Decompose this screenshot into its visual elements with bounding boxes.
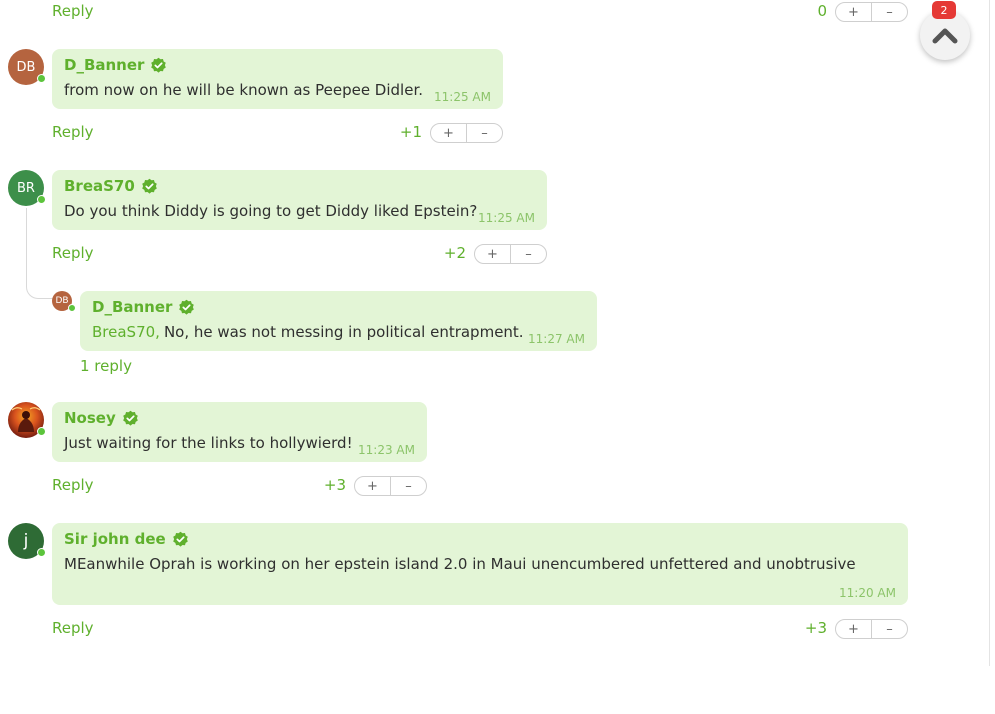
avatar[interactable]: BR [8, 170, 46, 206]
upvote-button[interactable]: + [475, 245, 510, 263]
reply-button[interactable]: Reply [52, 244, 94, 262]
downvote-button[interactable]: – [871, 3, 907, 21]
online-indicator [37, 427, 46, 436]
avatar[interactable]: j [8, 523, 46, 559]
comment-text: Do you think Diddy is going to get Diddy… [64, 202, 478, 220]
comment-text: Just waiting for the links to hollywierd… [64, 434, 353, 452]
avatar-initials: BR [17, 180, 35, 196]
notification-badge: 2 [932, 1, 956, 19]
comment-author[interactable]: D_Banner [64, 56, 167, 74]
avatar[interactable]: DB [52, 291, 76, 312]
reply-button[interactable]: Reply [52, 123, 94, 141]
author-name: BreaS70 [64, 177, 135, 195]
upvote-button[interactable]: + [355, 477, 390, 495]
comment-author[interactable]: Sir john dee [64, 530, 189, 548]
comment-bubble: D_Banner BreaS70, No, he was not messing … [80, 291, 597, 351]
author-name: D_Banner [64, 56, 145, 74]
vote-score: +1 [399, 123, 422, 141]
online-indicator [68, 304, 76, 312]
vote-score: +3 [323, 476, 346, 494]
vote-control: + – [835, 2, 908, 22]
vote-score: +3 [804, 619, 827, 637]
author-name: Sir john dee [64, 530, 166, 548]
reply-button[interactable]: Reply [52, 2, 94, 20]
vote-control: + – [474, 244, 547, 264]
avatar[interactable]: DB [8, 49, 46, 85]
upvote-button[interactable]: + [836, 3, 871, 21]
comment-bubble: BreaS70 Do you think Diddy is going to g… [52, 170, 547, 230]
comment-bubble: D_Banner from now on he will be known as… [52, 49, 503, 109]
avatar-initials: DB [16, 59, 36, 75]
verified-badge-icon [142, 178, 157, 194]
vote-control: + – [354, 476, 427, 496]
page-right-border [989, 0, 990, 666]
avatar-initials: j [23, 531, 29, 551]
comment-time: 11:27 AM [528, 332, 585, 346]
verified-badge-icon [179, 299, 195, 315]
author-name: Nosey [64, 409, 116, 427]
downvote-button[interactable]: – [466, 124, 502, 142]
comment-author[interactable]: Nosey [64, 409, 139, 427]
online-indicator [37, 74, 46, 83]
vote-control: + – [835, 619, 908, 639]
comment-time: 11:25 AM [434, 90, 491, 104]
vote-control: + – [430, 123, 503, 143]
reply-button[interactable]: Reply [52, 476, 94, 494]
downvote-button[interactable]: – [510, 245, 546, 263]
downvote-button[interactable]: – [871, 620, 907, 638]
online-indicator [37, 548, 46, 557]
verified-badge-icon [151, 57, 167, 73]
avatar[interactable] [8, 402, 46, 438]
comment-author[interactable]: BreaS70 [64, 177, 158, 195]
author-name: D_Banner [92, 298, 173, 316]
comment-time: 11:25 AM [478, 211, 535, 225]
vote-score: 0 [817, 2, 827, 20]
comment-text: from now on he will be known as Peepee D… [64, 81, 424, 99]
comment-text-body: No, he was not messing in political entr… [163, 323, 524, 341]
comment-author[interactable]: D_Banner [92, 298, 195, 316]
comment-bubble: Sir john dee MEanwhile Oprah is working … [52, 523, 908, 605]
view-replies-link[interactable]: 1 reply [80, 357, 132, 375]
online-indicator [37, 195, 46, 204]
comment-time: 11:20 AM [839, 586, 896, 600]
chevron-up-icon [932, 28, 958, 44]
comment-text: MEanwhile Oprah is working on her epstei… [64, 555, 856, 573]
mention-link[interactable]: BreaS70, [92, 323, 160, 341]
comment-bubble: Nosey Just waiting for the links to holl… [52, 402, 427, 462]
verified-badge-icon [172, 531, 188, 547]
upvote-button[interactable]: + [431, 124, 466, 142]
vote-score: +2 [443, 244, 466, 262]
avatar-initials: DB [55, 296, 69, 306]
downvote-button[interactable]: – [390, 477, 426, 495]
verified-badge-icon [122, 410, 138, 426]
reply-button[interactable]: Reply [52, 619, 94, 637]
upvote-button[interactable]: + [836, 620, 871, 638]
comment-text: BreaS70, No, he was not messing in politi… [92, 323, 524, 341]
comment-time: 11:23 AM [358, 443, 415, 457]
